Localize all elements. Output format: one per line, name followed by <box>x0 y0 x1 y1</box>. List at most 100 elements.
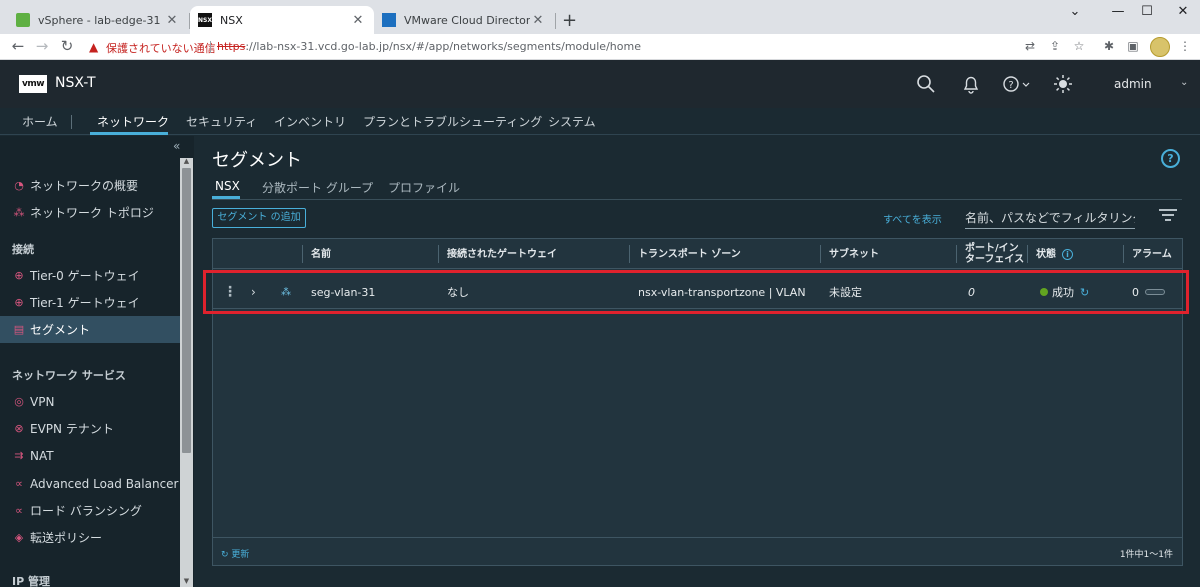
sidebar-item-label: VPN <box>30 394 55 409</box>
help-icon[interactable]: ? <box>1161 149 1180 168</box>
column-header-ports-line1: ポート/イン <box>965 243 1019 254</box>
url-scheme: https <box>217 40 246 53</box>
sidebar-item-segments[interactable]: ▤ セグメント <box>0 316 180 343</box>
sidebar-item-evpn-tenant[interactable]: ⊗ EVPN テナント <box>0 415 180 442</box>
sidebar-section-ip-management: IP 管理 <box>12 575 50 587</box>
sidebar-item-label: NAT <box>30 448 54 463</box>
column-header-ports[interactable]: ポート/イン ターフェイス <box>957 239 1027 269</box>
close-window-icon[interactable]: ✕ <box>1163 4 1200 19</box>
help-menu-icon[interactable]: ? <box>1002 74 1032 96</box>
column-header-subnet[interactable]: サブネット <box>821 239 956 269</box>
filter-icon[interactable] <box>1159 209 1177 223</box>
sidebar-scrollbar[interactable]: ▲ ▼ <box>180 157 193 587</box>
evpn-icon: ⊗ <box>14 421 24 435</box>
nsx-favicon-icon: NSX <box>198 13 212 27</box>
url-divider <box>210 41 211 53</box>
user-menu[interactable]: admin <box>1114 77 1152 91</box>
url-path: ://lab-nsx-31.vcd.go-lab.jp/nsx/#/app/ne… <box>245 40 641 53</box>
app-name: NSX-T <box>55 75 96 91</box>
browser-tab-title: NSX <box>220 13 243 27</box>
translate-icon[interactable]: ⇄ <box>1021 39 1039 53</box>
column-header-name[interactable]: 名前 <box>303 239 438 269</box>
tab-distributed-port-groups[interactable]: 分散ポート グループ <box>262 179 373 196</box>
browser-tab-vcd[interactable]: VMware Cloud Director - 外部ネ ✕ <box>374 6 554 34</box>
tab-profiles[interactable]: プロファイル <box>388 179 460 196</box>
bell-icon[interactable] <box>960 74 982 96</box>
gateway-icon: ⊕ <box>14 295 24 309</box>
column-header-status[interactable]: 状態 i <box>1028 239 1123 269</box>
sidebar-item-network-topology[interactable]: ⁂ ネットワーク トポロジ <box>0 199 180 226</box>
browser-tab-title: VMware Cloud Director - 外部ネ <box>404 14 530 27</box>
close-tab-icon[interactable]: ✕ <box>350 13 366 28</box>
extensions-puzzle-icon[interactable]: ✱ <box>1100 39 1118 53</box>
forward-arrow-icon[interactable]: → <box>32 37 52 55</box>
sidebar-item-advanced-load-balancer[interactable]: ∝ Advanced Load Balancer <box>0 470 180 497</box>
highlight-annotation <box>203 270 1189 314</box>
nav-plan-troubleshoot[interactable]: プランとトラブルシューティング <box>363 113 542 130</box>
scroll-down-icon[interactable]: ▼ <box>180 577 193 585</box>
load-balancer-icon: ∝ <box>15 476 23 490</box>
sidebar-item-vpn[interactable]: ◎ VPN <box>0 388 180 415</box>
nav-system[interactable]: システム <box>548 113 596 130</box>
tab-nsx[interactable]: NSX <box>215 179 240 193</box>
sidebar-item-forwarding-policy[interactable]: ◈ 転送ポリシー <box>0 524 180 551</box>
close-tab-icon[interactable]: ✕ <box>164 13 180 28</box>
scrollbar-thumb[interactable] <box>182 168 191 453</box>
back-arrow-icon[interactable]: ← <box>8 37 28 55</box>
browser-menu-icon[interactable]: ⋮ <box>1176 39 1194 53</box>
info-icon[interactable]: i <box>1062 248 1073 260</box>
sidebar-item-label: Tier-1 ゲートウェイ <box>30 296 140 310</box>
segment-icon: ▤ <box>13 322 25 336</box>
security-warning[interactable]: 保護されていない通信 <box>106 40 216 56</box>
app-header: vmw NSX-T ? admin ⌄ <box>0 60 1200 108</box>
browser-tab-bar: vSphere - lab-edge-31 - サマリ ✕ NSX NSX ✕ … <box>0 0 1200 34</box>
reload-icon[interactable]: ↻ <box>57 37 77 55</box>
nav-security[interactable]: セキュリティ <box>186 113 257 130</box>
filter-input[interactable] <box>965 208 1135 228</box>
close-tab-icon[interactable]: ✕ <box>530 13 546 28</box>
browser-tab-title: vSphere - lab-edge-31 - サマリ <box>38 14 164 27</box>
side-panel-icon[interactable]: ▣ <box>1124 39 1142 53</box>
main-content: セグメント ? NSX 分散ポート グループ プロファイル セグメント の追加 … <box>194 136 1200 587</box>
new-tab-button[interactable]: + <box>562 10 577 31</box>
nav-divider <box>71 115 72 129</box>
main-nav: ホーム ネットワーク セキュリティ インベントリ プランとトラブルシューティング… <box>0 108 1200 135</box>
search-icon[interactable] <box>915 74 937 96</box>
gateway-icon: ⊕ <box>14 268 24 282</box>
theme-sun-icon[interactable] <box>1052 74 1074 96</box>
add-segment-button[interactable]: セグメント の追加 <box>212 208 306 228</box>
share-icon[interactable]: ⇪ <box>1046 39 1064 53</box>
collapse-sidebar-icon[interactable]: « <box>173 139 180 153</box>
sidebar-item-tier1[interactable]: ⊕ Tier-1 ゲートウェイ <box>0 289 180 316</box>
profile-avatar[interactable] <box>1150 37 1170 57</box>
expand-all-link[interactable]: すべてを表示 <box>883 211 942 226</box>
tab-divider <box>212 199 1182 200</box>
maximize-icon[interactable]: ☐ <box>1127 4 1167 19</box>
vmware-logo: vmw <box>19 75 47 93</box>
vsphere-favicon-icon <box>16 13 30 27</box>
scroll-up-icon[interactable]: ▲ <box>180 157 193 165</box>
browser-tab-nsx[interactable]: NSX NSX ✕ <box>190 6 374 34</box>
column-header-alarm[interactable]: アラーム <box>1124 239 1182 269</box>
tab-search-icon[interactable]: ⌄ <box>1055 4 1095 19</box>
vpn-icon: ◎ <box>14 394 24 408</box>
chevron-down-icon[interactable]: ⌄ <box>1180 77 1188 88</box>
sidebar-section-network-services: ネットワーク サービス <box>12 369 126 382</box>
sidebar-item-nat[interactable]: ⇉ NAT <box>0 442 180 469</box>
load-balancing-icon: ∝ <box>15 503 23 517</box>
column-header-gateway[interactable]: 接続されたゲートウェイ <box>439 239 629 269</box>
url-field[interactable]: https://lab-nsx-31.vcd.go-lab.jp/nsx/#/a… <box>217 40 641 53</box>
browser-tab-vsphere[interactable]: vSphere - lab-edge-31 - サマリ ✕ <box>8 6 188 34</box>
sidebar-item-tier0[interactable]: ⊕ Tier-0 ゲートウェイ <box>0 262 180 289</box>
warning-triangle-icon[interactable]: ▲ <box>89 40 98 54</box>
bookmark-star-icon[interactable]: ☆ <box>1070 39 1088 53</box>
page-count: 1件中1～1件 <box>1119 550 1173 560</box>
sidebar-item-load-balancing[interactable]: ∝ ロード バランシング <box>0 497 180 524</box>
column-header-transport-zone[interactable]: トランスポート ゾーン <box>630 239 820 269</box>
nav-inventory[interactable]: インベントリ <box>274 113 346 130</box>
nav-networking[interactable]: ネットワーク <box>97 113 169 130</box>
sidebar-item-network-overview[interactable]: ◔ ネットワークの概要 <box>0 172 180 199</box>
svg-text:?: ? <box>1008 80 1013 91</box>
nav-home[interactable]: ホーム <box>22 113 58 130</box>
refresh-button[interactable]: ↻ 更新 <box>221 547 249 560</box>
